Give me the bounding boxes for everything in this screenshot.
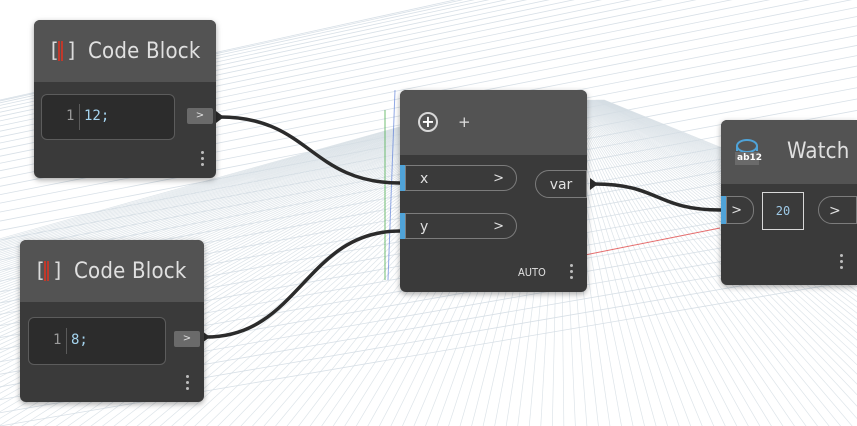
more-options-icon[interactable] bbox=[201, 151, 205, 169]
node-header[interactable]: [] Code Block bbox=[20, 240, 204, 302]
output-port-chip[interactable]: > bbox=[174, 331, 200, 347]
code-editor[interactable]: 1 8; bbox=[28, 317, 166, 365]
more-options-icon[interactable] bbox=[570, 264, 574, 282]
add-node[interactable]: + + x > y > var AUTO bbox=[400, 90, 587, 292]
chevron-right-icon: > bbox=[493, 219, 504, 234]
watch-node[interactable]: ab12 Watch > 20 > bbox=[721, 120, 857, 285]
more-options-icon[interactable] bbox=[186, 375, 190, 393]
graph-canvas[interactable]: [] Code Block 1 12; > [] Code Block 1 8;… bbox=[0, 0, 857, 426]
node-title: Watch bbox=[787, 139, 850, 164]
line-number: 1 bbox=[53, 332, 62, 348]
chevron-right-icon: > bbox=[493, 171, 504, 186]
gutter-separator bbox=[66, 328, 67, 354]
watch-value: 20 bbox=[775, 204, 791, 218]
node-header[interactable]: ab12 Watch bbox=[721, 120, 857, 184]
chevron-right-icon: > bbox=[731, 203, 742, 218]
watch-input-port[interactable]: > bbox=[726, 196, 754, 224]
output-port-chip[interactable]: > bbox=[187, 108, 213, 124]
watch-icon-text: ab12 bbox=[737, 153, 763, 163]
lacing-label[interactable]: AUTO bbox=[518, 266, 546, 279]
line-number: 1 bbox=[66, 108, 75, 124]
chevron-right-icon: > bbox=[829, 203, 841, 219]
code-text[interactable]: 12; bbox=[84, 108, 109, 124]
code-text[interactable]: 8; bbox=[71, 332, 88, 348]
watch-value-box: 20 bbox=[762, 192, 804, 230]
input-port-x[interactable]: x > bbox=[405, 165, 517, 191]
port-label: y bbox=[420, 219, 429, 235]
node-header[interactable]: [] Code Block bbox=[34, 20, 216, 82]
plus-circle-icon: + bbox=[418, 112, 438, 132]
output-port-var[interactable]: var bbox=[535, 170, 587, 198]
code-block-icon: [] bbox=[34, 258, 65, 282]
node-title: Code Block bbox=[88, 38, 201, 64]
node-header[interactable]: + + bbox=[400, 90, 587, 155]
code-editor[interactable]: 1 12; bbox=[41, 94, 175, 140]
watch-icon: ab12 bbox=[733, 137, 763, 167]
code-block-node-1[interactable]: [] Code Block 1 12; > bbox=[34, 20, 216, 178]
port-label: x bbox=[420, 171, 429, 187]
input-port-y[interactable]: y > bbox=[405, 213, 517, 239]
node-title: Code Block bbox=[74, 258, 187, 284]
more-options-icon[interactable] bbox=[840, 254, 844, 272]
node-title: + bbox=[458, 113, 471, 131]
code-block-node-2[interactable]: [] Code Block 1 8; > bbox=[20, 240, 204, 402]
gutter-separator bbox=[79, 104, 80, 130]
watch-output-port[interactable]: > bbox=[818, 196, 857, 224]
code-block-icon: [] bbox=[48, 38, 79, 62]
